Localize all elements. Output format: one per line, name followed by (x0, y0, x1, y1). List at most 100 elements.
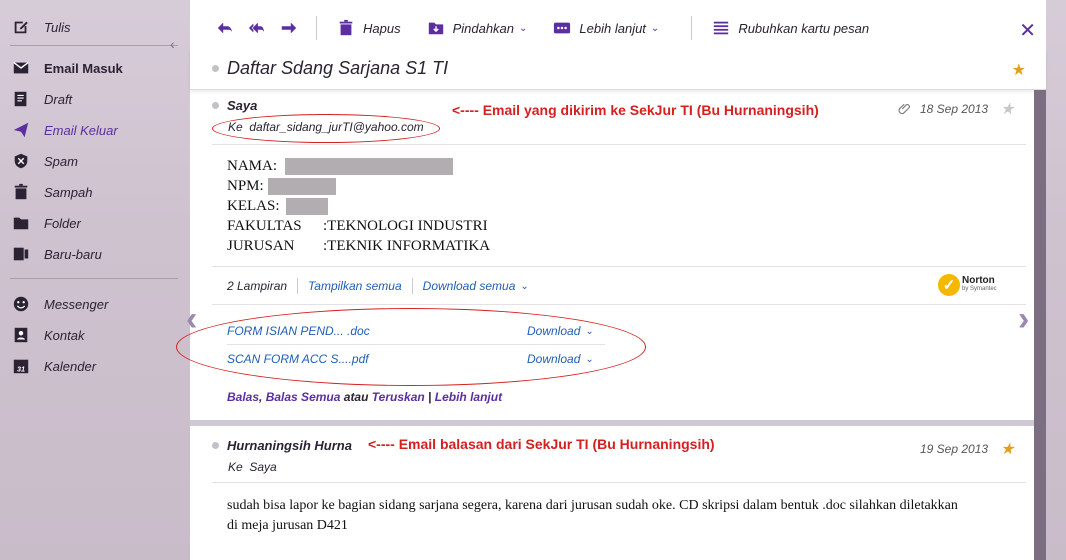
message-toolbar: Hapus Pindahkan ⌄ Lebih lanjut ⌄ Rubuhka… (190, 8, 1046, 48)
forward-icon (281, 22, 297, 34)
reply-link[interactable]: Balas (227, 390, 259, 404)
collapse-sidebar-icon[interactable]: ‹ (170, 36, 175, 52)
download-all-link[interactable]: Download semua (423, 279, 516, 293)
sender-name: Saya (227, 98, 258, 113)
sidebar-item-label: Email Keluar (44, 122, 118, 138)
sidebar-item-inbox[interactable]: Email Masuk (12, 57, 123, 79)
date-label: 19 Sep 2013 (920, 442, 989, 456)
sidebar-item-folder[interactable]: Folder (12, 212, 81, 234)
sent-icon (13, 122, 29, 138)
more-button[interactable]: Lebih lanjut ⌄ (553, 8, 659, 48)
redacted-value (285, 197, 328, 215)
messenger-icon (13, 296, 29, 312)
message-sender[interactable]: Saya (212, 98, 257, 113)
message-sender[interactable]: Hurnaningsih Hurna (212, 438, 352, 453)
recent-icon (13, 247, 29, 261)
sidebar-item-label: Sampah (44, 184, 93, 200)
annotation-oval (212, 114, 440, 143)
sidebar-item-recent[interactable]: Baru-baru (12, 243, 102, 265)
more-link[interactable]: Lebih lanjut (435, 390, 502, 404)
folder-icon (13, 217, 29, 230)
field-separator: : (275, 197, 280, 214)
message-date: 18 Sep 2013 ★ (898, 99, 1014, 119)
reply-all-button[interactable] (246, 19, 268, 37)
sidebar-item-messenger[interactable]: Messenger (12, 293, 108, 315)
date-label: 18 Sep 2013 (920, 102, 989, 116)
sidebar-item-label: Messenger (44, 296, 109, 312)
redacted-value (285, 157, 454, 175)
sidebar: Tulis ‹ Email Masuk Draft Email Keluar S… (0, 0, 190, 560)
sidebar-item-label: Kontak (44, 327, 85, 343)
sender-name: Hurnaningsih Hurna (227, 438, 352, 453)
field-separator: : (259, 177, 264, 194)
sidebar-item-compose[interactable]: Tulis (12, 16, 70, 38)
field-value: TEKNOLOGI INDUSTRI (327, 217, 488, 234)
sidebar-item-spam[interactable]: Spam (12, 150, 78, 172)
star-icon[interactable]: ★ (1000, 439, 1014, 459)
close-icon[interactable]: ✕ (1019, 18, 1036, 43)
divider (212, 482, 1026, 483)
sidebar-item-label: Tulis (44, 19, 71, 35)
chevron-down-icon: ⌄ (650, 22, 660, 34)
field-row: KELAS : (227, 196, 490, 216)
attachments-bar: 2 Lampiran Tampilkan semua Download semu… (227, 278, 529, 294)
field-key: NPM (227, 177, 260, 194)
sidebar-item-trash[interactable]: Sampah (12, 181, 92, 203)
forward-button[interactable] (278, 19, 300, 37)
field-row: NPM : (227, 176, 490, 196)
calendar-day: 31 (17, 364, 25, 373)
move-folder-icon (428, 22, 443, 35)
recipient-name[interactable]: Saya (249, 460, 276, 474)
collapse-cards-button[interactable]: Rubuhkan kartu pesan (712, 8, 869, 48)
read-indicator[interactable] (212, 442, 219, 449)
sidebar-item-sent[interactable]: Email Keluar (12, 119, 118, 141)
reply-all-icon (248, 22, 265, 34)
sidebar-item-label: Folder (44, 215, 81, 231)
list-icon (714, 21, 729, 35)
to-prefix: Ke (228, 460, 243, 474)
sidebar-item-draft[interactable]: Draft (12, 88, 72, 110)
reply-all-link[interactable]: Balas Semua (266, 390, 341, 404)
chevron-down-icon: ⌄ (519, 22, 528, 34)
trash-icon (339, 19, 353, 36)
star-icon[interactable]: ★ (1000, 99, 1014, 119)
forward-link[interactable]: Teruskan (372, 390, 425, 404)
delete-button[interactable]: Hapus (337, 8, 401, 48)
scrollbar[interactable] (1034, 90, 1046, 560)
previous-message-icon[interactable]: ‹ (186, 300, 197, 339)
chevron-down-icon[interactable]: ⌄ (520, 281, 528, 292)
sidebar-item-contacts[interactable]: Kontak (12, 324, 84, 346)
sidebar-item-label: Baru-baru (44, 246, 102, 262)
divider (411, 278, 413, 294)
move-label: Pindahkan (452, 20, 515, 36)
read-indicator[interactable] (212, 102, 219, 109)
sidebar-item-calendar[interactable]: 31 Kalender (12, 355, 96, 377)
field-separator: : (272, 157, 278, 174)
paperclip-icon (898, 103, 910, 115)
checkmark-icon: ✓ (938, 274, 960, 296)
toolbar-divider (691, 16, 693, 40)
contacts-icon (14, 327, 28, 343)
message-body: NAMA : NPM : KELAS : FAKULTAS : TEKNOLOG… (227, 156, 490, 256)
redacted-value (267, 177, 336, 195)
field-row: JURUSAN : TEKNIK INFORMATIKA (227, 236, 490, 256)
message-actions: Balas, Balas Semua atau Teruskan | Lebih… (227, 390, 503, 404)
more-icon (554, 22, 571, 34)
star-icon[interactable]: ★ (1012, 60, 1026, 80)
read-indicator[interactable] (212, 65, 219, 72)
inbox-icon (13, 62, 29, 74)
next-message-icon[interactable]: › (1018, 300, 1029, 339)
delete-label: Hapus (363, 20, 401, 36)
show-all-link[interactable]: Tampilkan semua (308, 279, 402, 293)
annotation-oval (176, 308, 646, 386)
sidebar-divider (10, 45, 178, 46)
compose-icon (14, 21, 28, 34)
move-button[interactable]: Pindahkan ⌄ (427, 8, 528, 48)
divider (297, 278, 299, 294)
reply-button[interactable] (214, 19, 236, 37)
collapse-cards-label: Rubuhkan kartu pesan (738, 20, 870, 36)
field-key: KELAS (227, 197, 276, 214)
trash-icon (14, 183, 28, 200)
divider (212, 304, 1026, 305)
message-date: 19 Sep 2013 ★ (920, 439, 1014, 459)
